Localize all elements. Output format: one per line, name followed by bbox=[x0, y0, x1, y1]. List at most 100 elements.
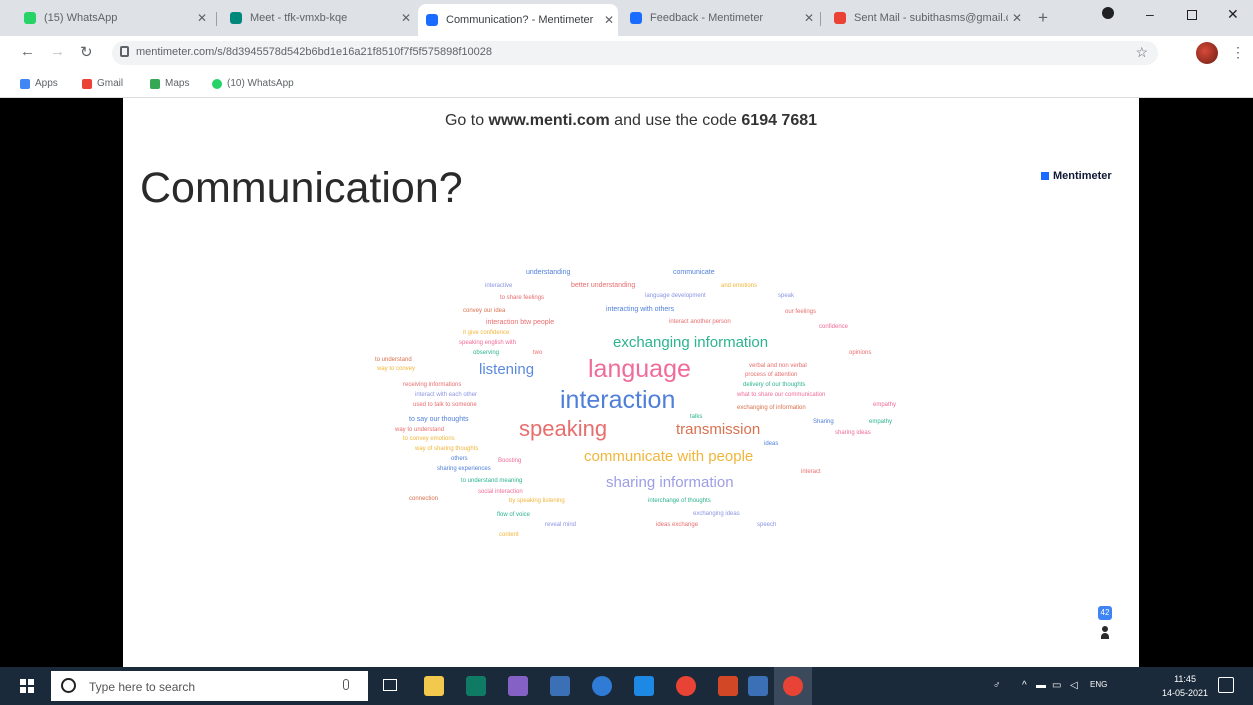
word-cloud-entry: better understanding bbox=[571, 282, 636, 289]
word-cloud-entry: way of sharing thoughts bbox=[415, 446, 479, 452]
close-icon[interactable]: ✕ bbox=[800, 11, 818, 25]
whatsapp-icon bbox=[24, 12, 36, 24]
network-icon[interactable]: ▬ bbox=[1036, 680, 1046, 691]
forward-arrow-icon[interactable]: → bbox=[50, 43, 65, 60]
word-cloud-entry: ideas exchange bbox=[656, 522, 699, 528]
chrome-active-icon[interactable] bbox=[783, 676, 803, 696]
browser-menu-icon[interactable]: ⋮ bbox=[1231, 44, 1245, 61]
word-cloud: language interaction speaking exchanging in… bbox=[323, 258, 943, 598]
join-site: www.menti.com bbox=[488, 112, 610, 129]
file-explorer-icon[interactable] bbox=[424, 676, 444, 696]
visual-studio-icon[interactable] bbox=[508, 676, 528, 696]
word-cloud-entry: interacting with others bbox=[606, 306, 675, 313]
word-cloud-entry: sharing ideas bbox=[835, 430, 871, 436]
gmail-icon bbox=[82, 78, 92, 89]
language-indicator[interactable]: ENG bbox=[1090, 680, 1107, 689]
word-cloud-entry: flow of voice bbox=[497, 512, 531, 518]
word-cloud-entry: language development bbox=[645, 293, 706, 299]
screen: (15) WhatsApp ✕ Meet - tfk-vmxb-kqe ✕ Co… bbox=[0, 0, 1253, 705]
word-cloud-entry: understanding bbox=[526, 269, 571, 276]
bookmark-whatsapp[interactable]: (10) WhatsApp bbox=[212, 78, 294, 89]
word-cloud-entry: exchanging information bbox=[613, 334, 769, 351]
mentimeter-icon bbox=[630, 12, 642, 24]
word-cloud-entry: others bbox=[451, 456, 468, 462]
word-cloud-entry: process of attention bbox=[745, 372, 798, 378]
app-icon[interactable] bbox=[748, 676, 768, 696]
reload-icon[interactable]: ↻ bbox=[80, 43, 93, 61]
word-cloud-entry: interact with each other bbox=[415, 392, 478, 398]
tab-communication-mentimeter[interactable]: Communication? - Mentimeter ✕ bbox=[418, 4, 618, 36]
bookmarks-bar: Apps Gmail Maps (10) WhatsApp bbox=[0, 70, 1253, 98]
notifications-icon[interactable] bbox=[1218, 677, 1234, 693]
tab-divider bbox=[216, 12, 217, 26]
word-cloud-entry: two bbox=[533, 350, 543, 356]
app-icon[interactable] bbox=[550, 676, 570, 696]
powerpoint-icon[interactable] bbox=[718, 676, 738, 696]
browser-tab-strip: (15) WhatsApp ✕ Meet - tfk-vmxb-kqe ✕ Co… bbox=[0, 0, 1253, 36]
word-cloud-entry: communicate bbox=[673, 269, 715, 276]
battery-icon[interactable]: ▭ bbox=[1052, 680, 1061, 691]
apps-grid-icon bbox=[20, 78, 30, 89]
word-cloud-entry: convey our idea bbox=[463, 308, 506, 314]
word-cloud-entry: connection bbox=[409, 496, 439, 502]
mentimeter-logo: Mentimeter bbox=[1041, 170, 1112, 182]
microphone-icon[interactable] bbox=[343, 679, 349, 690]
task-view-icon[interactable] bbox=[383, 679, 397, 691]
word-cloud-entry: content bbox=[499, 532, 519, 538]
word-cloud-entry: empathy bbox=[873, 402, 897, 408]
firefox-icon[interactable] bbox=[592, 676, 612, 696]
tab-title: Communication? - Mentimeter bbox=[446, 14, 594, 26]
word-cloud-entry: to share feelings bbox=[500, 295, 545, 301]
bookmark-star-icon[interactable]: ☆ bbox=[1135, 44, 1148, 61]
bookmark-apps[interactable]: Apps bbox=[20, 78, 58, 89]
taskbar-search-input[interactable]: Type here to search bbox=[51, 671, 368, 701]
tab-whatsapp[interactable]: (15) WhatsApp ✕ bbox=[16, 5, 211, 31]
people-icon[interactable]: ♂ bbox=[993, 680, 1001, 691]
profile-avatar[interactable] bbox=[1196, 42, 1218, 64]
extension-icon[interactable] bbox=[1102, 7, 1114, 19]
address-bar[interactable]: mentimeter.com/s/8d3945578d542b6bd1e16a2… bbox=[112, 41, 1158, 65]
close-icon[interactable]: ✕ bbox=[600, 13, 618, 27]
word-cloud-entry: talks bbox=[690, 414, 703, 420]
mentimeter-icon bbox=[1041, 172, 1049, 180]
minimize-icon[interactable]: – bbox=[1146, 6, 1154, 22]
tab-feedback-mentimeter[interactable]: Feedback - Mentimeter ✕ bbox=[622, 5, 818, 31]
browser-toolbar: ← → ↻ mentimeter.com/s/8d3945578d542b6bd… bbox=[0, 36, 1253, 70]
word-cloud-entry: empathy bbox=[869, 419, 893, 425]
word-cloud-entry: sharing experiences bbox=[437, 466, 491, 472]
url-text: mentimeter.com/s/8d3945578d542b6bd1e16a2… bbox=[136, 46, 492, 58]
tab-google-meet[interactable]: Meet - tfk-vmxb-kqe ✕ bbox=[222, 5, 415, 31]
volume-icon[interactable]: ◁ bbox=[1070, 680, 1078, 691]
window-close-icon[interactable]: ✕ bbox=[1227, 6, 1239, 23]
tab-divider bbox=[820, 12, 821, 26]
tab-title: Feedback - Mentimeter bbox=[650, 12, 764, 24]
close-icon[interactable]: ✕ bbox=[193, 11, 211, 25]
join-code: 6194 7681 bbox=[741, 112, 818, 129]
windows-start-icon[interactable] bbox=[20, 679, 34, 693]
slide: Go to www.menti.com and use the code 619… bbox=[123, 98, 1139, 667]
chrome-icon[interactable] bbox=[676, 676, 696, 696]
close-icon[interactable]: ✕ bbox=[397, 11, 415, 25]
tab-gmail-sent[interactable]: Sent Mail - subithasms@gmail.com ✕ bbox=[826, 5, 1026, 31]
bookmark-maps[interactable]: Maps bbox=[150, 78, 189, 89]
word-cloud-entry: way to convey bbox=[377, 366, 416, 372]
search-placeholder: Type here to search bbox=[89, 680, 196, 694]
bookmark-gmail[interactable]: Gmail bbox=[82, 78, 123, 89]
close-icon[interactable]: ✕ bbox=[1008, 11, 1026, 25]
word-cloud-entry: to say our thoughts bbox=[409, 416, 469, 423]
word-cloud-entry: opinions bbox=[849, 350, 872, 356]
brand-name: Mentimeter bbox=[1053, 170, 1112, 182]
system-clock[interactable]: 11:45 14-05-2021 bbox=[1162, 672, 1208, 700]
back-arrow-icon[interactable]: ← bbox=[20, 43, 35, 60]
maximize-icon[interactable] bbox=[1187, 10, 1197, 20]
word-cloud-entry: interact another person bbox=[669, 319, 731, 325]
word-cloud-entry: sharing information bbox=[606, 474, 734, 491]
tab-title: Meet - tfk-vmxb-kqe bbox=[250, 12, 348, 24]
word-cloud-entry: listening bbox=[479, 361, 535, 378]
new-tab-plus-icon[interactable]: + bbox=[1038, 8, 1048, 28]
word-cloud-entry: confidence bbox=[819, 324, 849, 330]
app-icon[interactable] bbox=[634, 676, 654, 696]
snipping-tool-icon[interactable] bbox=[466, 676, 486, 696]
word-cloud-entry: and emotions bbox=[721, 283, 758, 289]
tray-overflow-icon[interactable]: ^ bbox=[1022, 680, 1027, 691]
